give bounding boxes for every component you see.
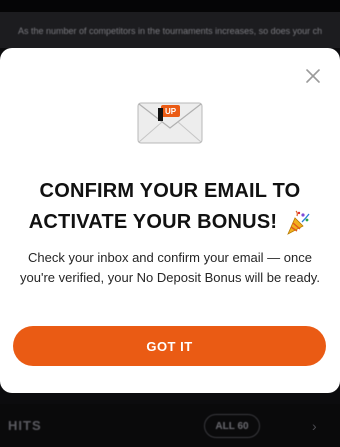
- envelope-icon: UP: [137, 100, 203, 146]
- modal-title-line2: ACTIVATE YOUR BONUS!: [28, 211, 278, 233]
- modal-body-text: Check your inbox and confirm your email …: [20, 250, 320, 285]
- background-banner: As the number of competitors in the tour…: [0, 12, 340, 48]
- confirm-email-modal: UP CONFIRM YOUR EMAIL TO ACTIVATE YOUR B…: [0, 48, 340, 393]
- section-label: HITS: [8, 418, 42, 433]
- all-games-button[interactable]: ALL 60: [204, 414, 260, 438]
- modal-title-line1: CONFIRM YOUR EMAIL TO: [39, 180, 301, 202]
- background-banner-text: As the number of competitors in the tour…: [18, 26, 323, 36]
- chevron-right-icon[interactable]: ›: [312, 418, 317, 434]
- background-bottom-bar: [0, 404, 340, 447]
- party-popper-icon: [285, 210, 311, 236]
- status-bar: [0, 0, 340, 12]
- got-it-button[interactable]: GOT IT: [13, 326, 326, 366]
- close-icon[interactable]: [303, 66, 323, 86]
- envelope-logo-text: UP: [165, 107, 177, 116]
- modal-title: CONFIRM YOUR EMAIL TO ACTIVATE YOUR BONU…: [0, 176, 340, 238]
